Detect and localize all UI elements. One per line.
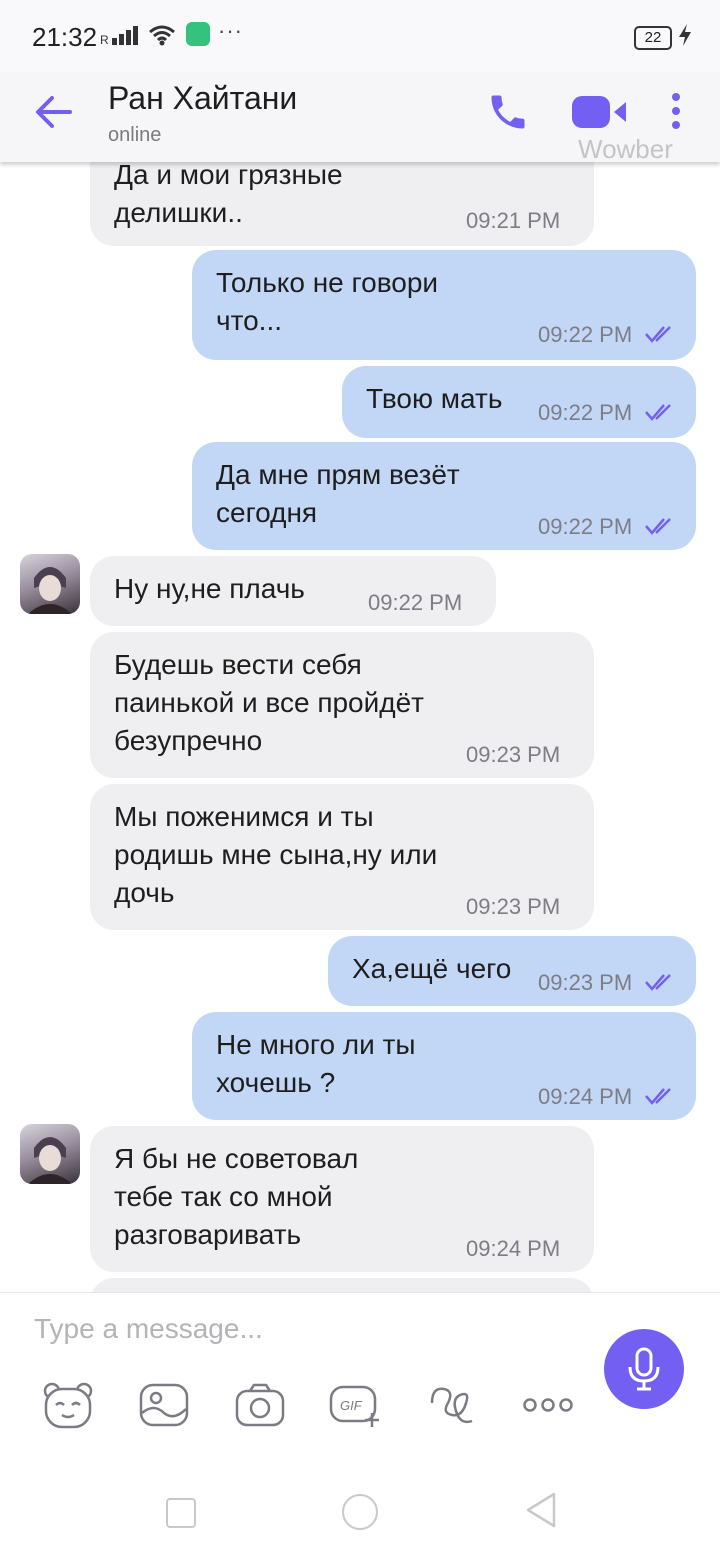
contact-avatar[interactable] (20, 554, 80, 614)
message-outgoing[interactable]: Да мне прям везёт сегодня 09:22 PM (192, 442, 696, 550)
read-checkmarks-icon (645, 326, 671, 343)
microphone-icon (628, 1347, 660, 1391)
chat-header: Ран Хайтани online Wowber (0, 72, 720, 164)
message-time: 09:22 PM (538, 514, 633, 539)
status-bar: 21:32 R ··· 22 (0, 0, 720, 72)
contact-status: online (108, 124, 162, 146)
gallery-icon[interactable] (138, 1381, 190, 1429)
message-incoming[interactable]: Мы поженимся и ты родишь мне сына,ну или… (90, 784, 594, 930)
message-incoming[interactable]: Да и мои грязные делишки.. 09:21 PM (90, 162, 594, 246)
message-incoming[interactable]: Будешь вести себя паинькой и все пройдёт… (90, 632, 594, 778)
app-notification-icon (186, 22, 210, 46)
read-checkmarks-icon (645, 1088, 671, 1105)
contact-avatar[interactable] (20, 1124, 80, 1184)
system-nav-bar (0, 1452, 720, 1560)
svg-text:GIF: GIF (340, 1398, 363, 1413)
contact-name[interactable]: Ран Хайтани (108, 80, 297, 117)
phone-icon[interactable] (486, 90, 530, 134)
status-time: 21:32 (32, 22, 98, 52)
doodle-icon[interactable] (426, 1381, 478, 1429)
avatar-image (28, 1137, 72, 1184)
message-time: 09:23 PM (466, 894, 561, 919)
read-checkmarks-icon (645, 404, 671, 421)
message-time: 09:22 PM (538, 322, 633, 347)
message-composer: Type a message... GIF (0, 1292, 720, 1453)
message-time: 09:21 PM (466, 208, 561, 233)
recent-apps-button[interactable] (166, 1498, 196, 1528)
more-notifications-icon: ··· (218, 18, 243, 43)
voice-message-button[interactable] (604, 1329, 684, 1409)
home-button[interactable] (342, 1494, 378, 1530)
message-outgoing[interactable]: Ха,ещё чего 09:23 PM (328, 936, 696, 1006)
message-time: 09:22 PM (538, 400, 633, 425)
message-time: 09:24 PM (538, 1084, 633, 1109)
back-arrow-icon[interactable] (34, 92, 74, 132)
read-checkmarks-icon (645, 518, 671, 535)
message-outgoing[interactable]: Твою мать 09:22 PM (342, 366, 696, 438)
message-outgoing[interactable]: Только не говори что... 09:22 PM (192, 250, 696, 360)
signal-icon: R (100, 26, 138, 46)
read-checkmarks-icon (645, 974, 671, 991)
message-input[interactable]: Type a message... (34, 1313, 263, 1345)
message-list[interactable]: Да и мои грязные делишки.. 09:21 PM Толь… (0, 162, 720, 1292)
message-incoming[interactable]: Я бы не советовал тебе так со мной разго… (90, 1126, 594, 1272)
message-incoming-partial[interactable] (90, 1278, 594, 1292)
message-time: 09:24 PM (466, 1236, 561, 1261)
video-call-icon[interactable] (570, 92, 628, 132)
charging-icon (679, 24, 691, 46)
svg-text:R: R (100, 33, 109, 46)
more-options-icon[interactable] (522, 1381, 574, 1429)
message-outgoing[interactable]: Не много ли ты хочешь ? 09:24 PM (192, 1012, 696, 1120)
message-time: 09:22 PM (368, 590, 463, 615)
avatar-image (28, 567, 72, 614)
more-menu-icon[interactable] (668, 92, 684, 132)
nav-back-icon[interactable] (524, 1492, 558, 1528)
message-time: 09:23 PM (538, 970, 633, 995)
message-incoming[interactable]: Ну ну,не плачь 09:22 PM (90, 556, 496, 626)
wifi-icon (149, 25, 175, 46)
sticker-icon[interactable] (42, 1381, 94, 1429)
battery-icon: 22 (634, 26, 672, 50)
camera-icon[interactable] (234, 1381, 286, 1429)
message-time: 09:23 PM (466, 742, 561, 767)
gif-icon[interactable]: GIF (328, 1381, 384, 1429)
watermark: Wowber (578, 134, 673, 164)
